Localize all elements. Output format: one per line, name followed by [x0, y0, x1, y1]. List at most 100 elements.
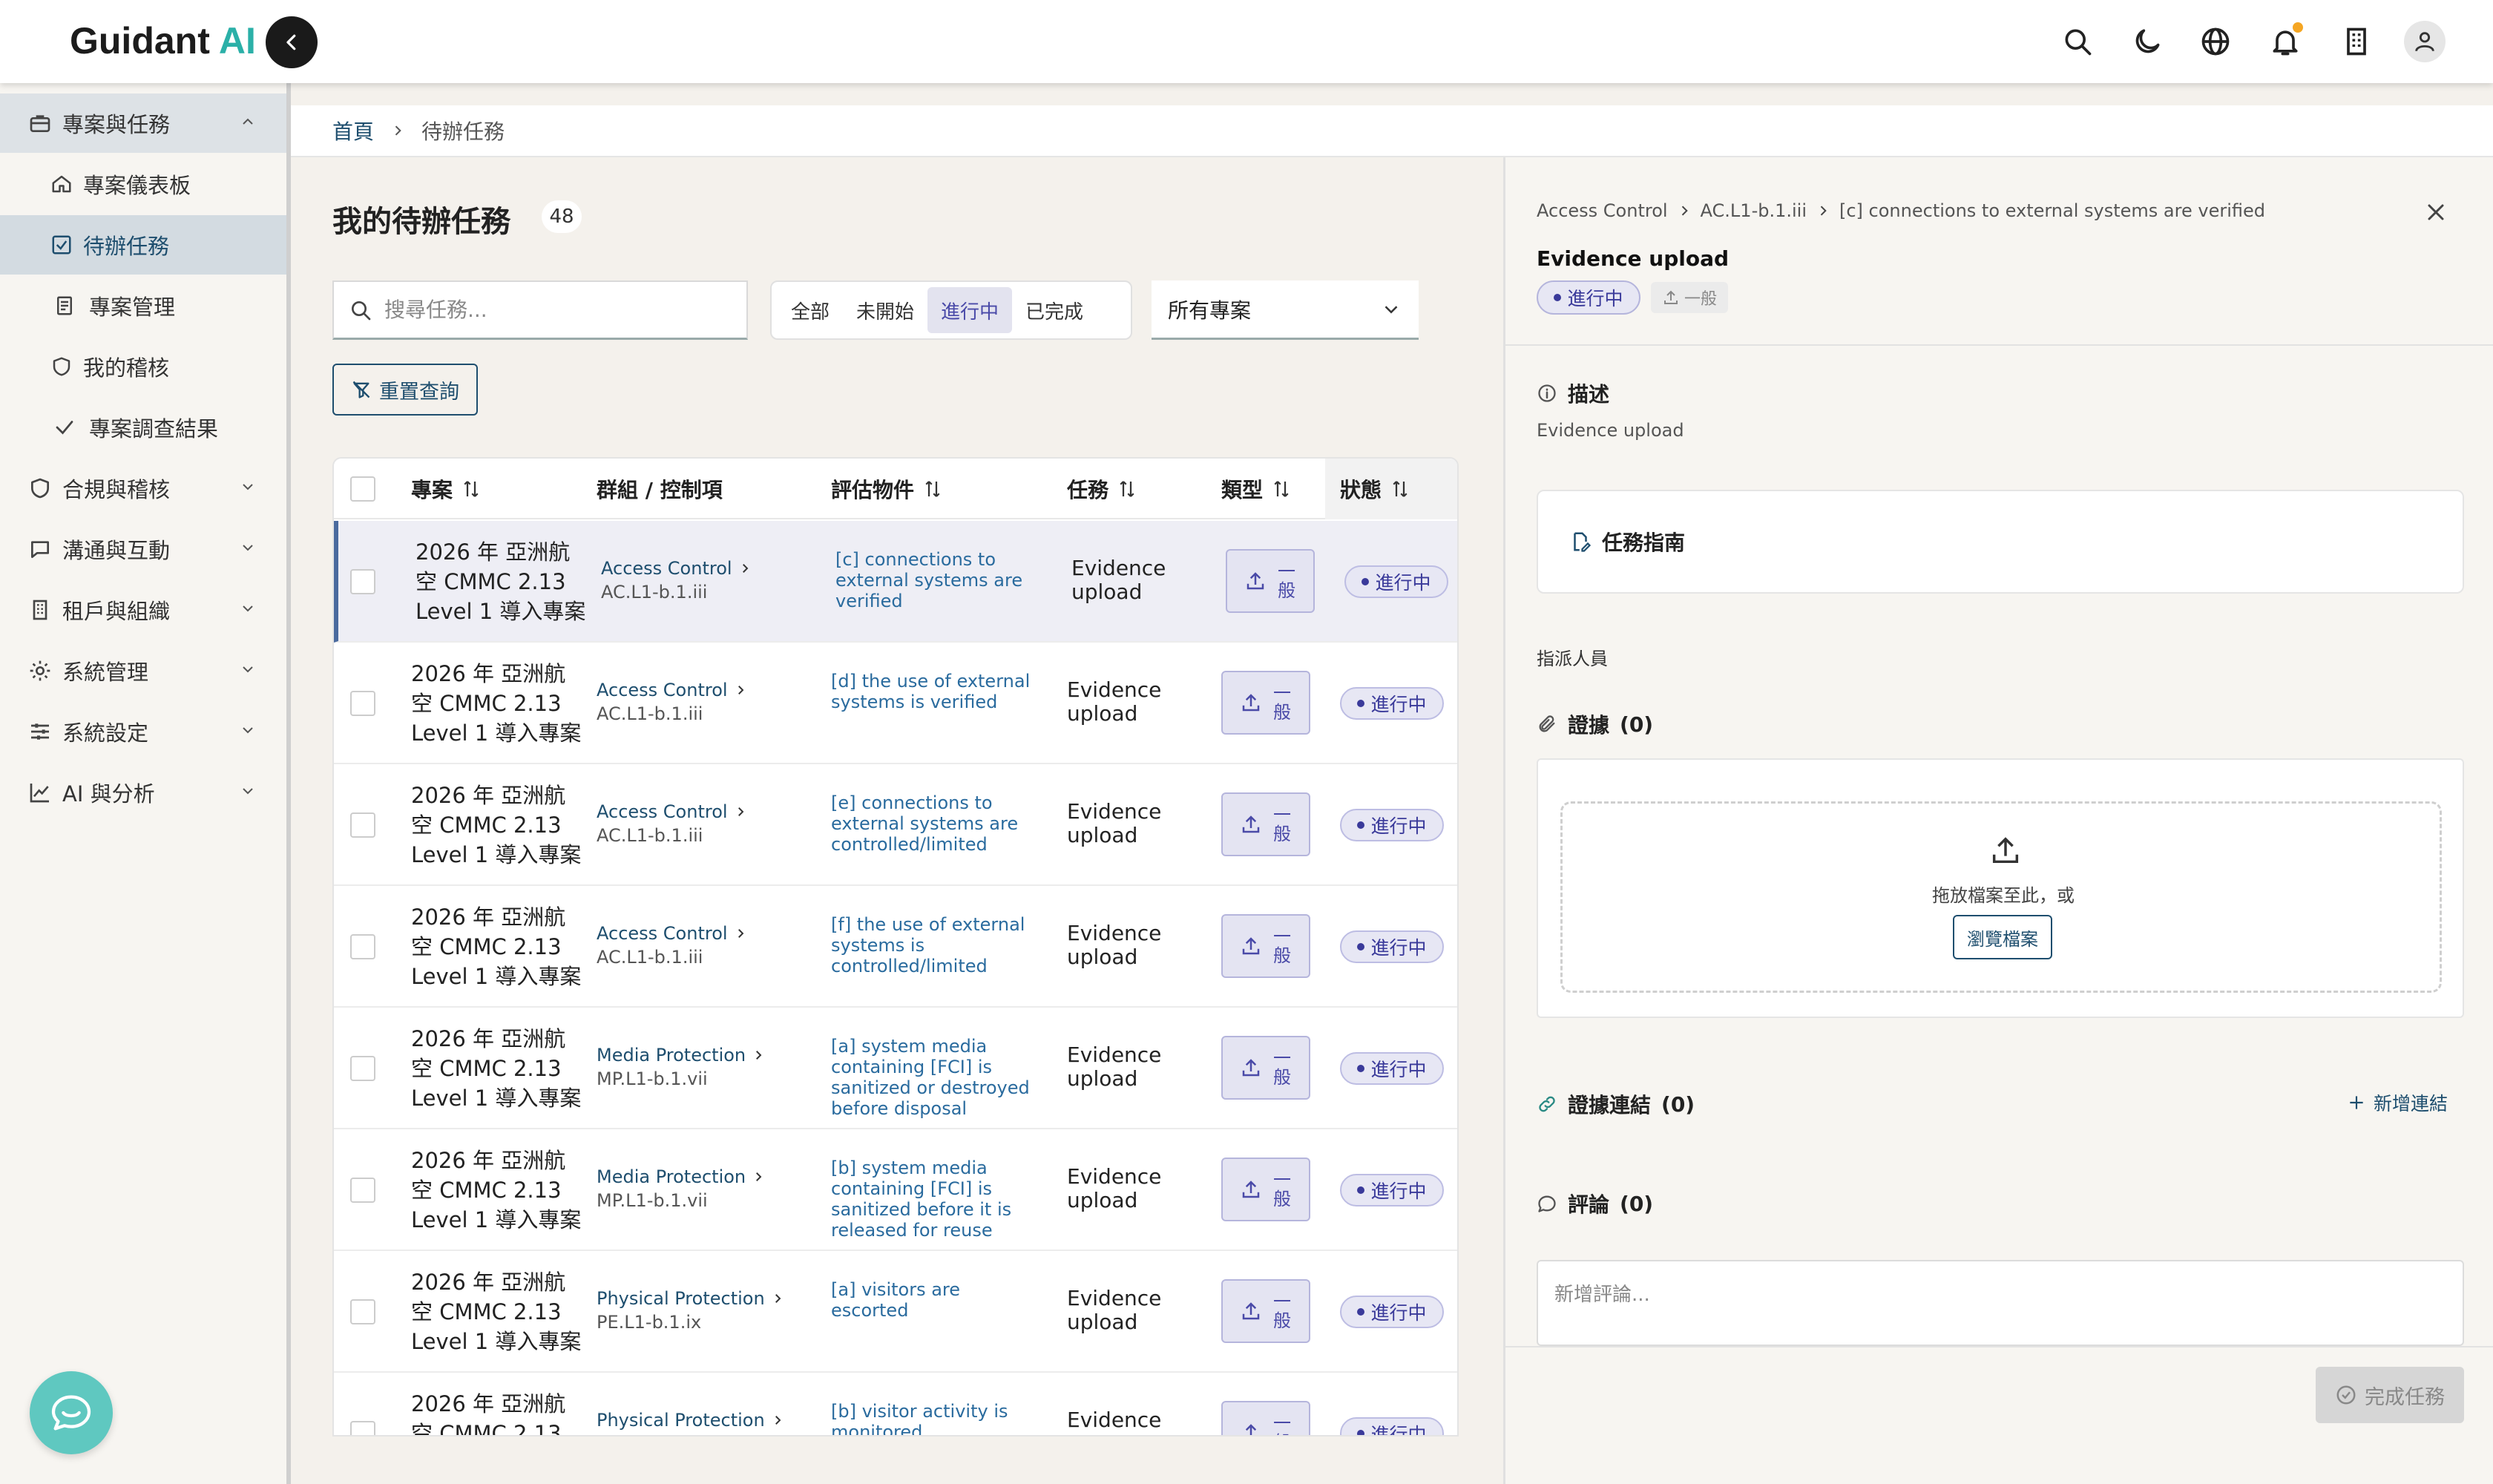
- table-row[interactable]: 2026 年 亞洲航空 CMMC 2.13 Level 1 導入專案 Media …: [334, 1129, 1457, 1251]
- row-type-upload-button[interactable]: 一般: [1226, 549, 1315, 613]
- row-type-upload-button[interactable]: 一般: [1221, 671, 1310, 735]
- table-row[interactable]: 2026 年 亞洲航空 CMMC 2.13 Level 1 導入專案 Physic…: [334, 1251, 1457, 1373]
- chevron-right-icon: [771, 1292, 784, 1305]
- chart-icon: [28, 781, 52, 804]
- row-group-control[interactable]: Access Control AC.L1-b.1.iii: [597, 922, 747, 969]
- row-assessment-object[interactable]: [a] system media containing [FCI] is san…: [831, 1036, 1031, 1119]
- reset-query-label: 重置查詢: [379, 380, 459, 404]
- sidebar-collapse-button[interactable]: [266, 16, 318, 68]
- reset-query-button[interactable]: 重置查詢: [332, 364, 478, 416]
- detail-crumb-control[interactable]: AC.L1-b.1.iii: [1701, 200, 1807, 221]
- app-logo[interactable]: Guidant AI: [70, 19, 256, 62]
- organization-button[interactable]: [2334, 19, 2379, 64]
- row-checkbox[interactable]: [350, 812, 375, 838]
- table-row[interactable]: 2026 年 亞洲航空 CMMC 2.13 Level 1 導入專案 Access…: [334, 643, 1457, 764]
- task-guide-card[interactable]: 任務指南: [1537, 490, 2464, 594]
- row-type-upload-button[interactable]: 一般: [1221, 1279, 1310, 1343]
- sidebar-group-system-admin[interactable]: 系統管理: [0, 641, 286, 700]
- row-type-upload-button[interactable]: 一般: [1221, 1158, 1310, 1221]
- row-group-control[interactable]: Physical ProtectionPE.L1-b.1.ix: [597, 1287, 784, 1334]
- row-checkbox[interactable]: [350, 1056, 375, 1081]
- row-type-upload-button[interactable]: 一般: [1221, 914, 1310, 978]
- detail-crumb-group[interactable]: Access Control: [1537, 200, 1668, 221]
- table-row[interactable]: 2026 年 亞洲航空 CMMC 2.13 Level 1 導入專案 Physic…: [334, 1373, 1457, 1435]
- row-task: Evidence upload: [1067, 922, 1161, 969]
- row-checkbox[interactable]: [350, 569, 375, 594]
- description-section-title: 描述: [1537, 378, 1609, 408]
- filter-not-started[interactable]: 未開始: [843, 287, 927, 333]
- chat-assistant-button[interactable]: [30, 1371, 113, 1454]
- language-button[interactable]: [2193, 19, 2238, 64]
- add-link-label: 新增連結: [2374, 1093, 2448, 1114]
- row-assessment-object[interactable]: [e] connections to external systems are …: [831, 792, 1031, 855]
- row-group-control[interactable]: Access Control AC.L1-b.1.iii: [597, 678, 747, 726]
- sidebar-group-ai-analytics[interactable]: AI 與分析: [0, 763, 286, 822]
- task-count-badge: 48: [542, 200, 582, 233]
- column-header-project[interactable]: 專案: [411, 459, 482, 519]
- table-row[interactable]: 2026 年 亞洲航空 CMMC 2.13 Level 1 導入專案 Access…: [334, 764, 1457, 886]
- search-input[interactable]: [384, 298, 726, 322]
- row-type-upload-button[interactable]: 一般: [1221, 792, 1310, 856]
- sidebar-item-project-management[interactable]: 專案管理: [0, 276, 286, 335]
- sidebar-group-communication[interactable]: 溝通與互動: [0, 519, 286, 579]
- sidebar-group-tenants[interactable]: 租戶與組織: [0, 580, 286, 640]
- table-row[interactable]: 2026 年 亞洲航空 CMMC 2.13 Level 1 導入專案 Access…: [334, 886, 1457, 1008]
- table-row[interactable]: 2026 年 亞洲航空 CMMC 2.13 Level 1 導入專案 Media …: [334, 1008, 1457, 1129]
- sidebar-item-project-dashboard[interactable]: 專案儀表板: [0, 154, 286, 214]
- checkbox-icon: [50, 234, 73, 256]
- row-type-label: 一般: [1273, 926, 1291, 966]
- sidebar-group-system-settings[interactable]: 系統設定: [0, 702, 286, 761]
- column-header-task[interactable]: 任務: [1067, 459, 1138, 519]
- sidebar-item-my-audits[interactable]: 我的稽核: [0, 337, 286, 396]
- row-assessment-object[interactable]: [a] visitors are escorted: [831, 1279, 1031, 1321]
- search-button[interactable]: [2055, 19, 2100, 64]
- row-group-control[interactable]: Media Protection MP.L1-b.1.vii: [597, 1043, 765, 1091]
- breadcrumb-home-link[interactable]: 首頁: [332, 116, 374, 145]
- row-assessment-object[interactable]: [b] system media containing [FCI] is san…: [831, 1158, 1031, 1241]
- row-checkbox[interactable]: [350, 934, 375, 959]
- row-checkbox[interactable]: [350, 1178, 375, 1203]
- row-type-upload-button[interactable]: 一般: [1221, 1036, 1310, 1100]
- close-detail-button[interactable]: [2423, 199, 2449, 226]
- select-all-checkbox[interactable]: [350, 476, 375, 502]
- column-header-type[interactable]: 類型: [1221, 459, 1293, 519]
- row-assessment-object[interactable]: [c] connections to external systems are …: [835, 549, 1036, 611]
- column-header-status[interactable]: 狀態: [1325, 459, 1457, 519]
- row-group-control[interactable]: Access Control AC.L1-b.1.iii: [597, 800, 747, 847]
- row-group-control[interactable]: Media Protection MP.L1-b.1.vii: [597, 1165, 765, 1212]
- filter-in-progress[interactable]: 進行中: [927, 287, 1013, 333]
- row-checkbox[interactable]: [350, 1299, 375, 1324]
- row-assessment-object[interactable]: [b] visitor activity is monitored: [831, 1401, 1031, 1435]
- row-group-control[interactable]: Access Control AC.L1-b.1.iii: [601, 556, 752, 604]
- row-status-label: 進行中: [1370, 1059, 1427, 1080]
- table-row[interactable]: 2026 年 亞洲航空 CMMC 2.13 Level 1 導入專案 Access…: [334, 521, 1457, 643]
- theme-toggle-button[interactable]: [2125, 19, 2170, 64]
- sidebar-item-pending-tasks[interactable]: 待辦任務: [0, 215, 286, 275]
- row-checkbox[interactable]: [350, 1421, 375, 1435]
- user-menu-button[interactable]: [2402, 19, 2447, 64]
- column-header-object[interactable]: 評估物件: [831, 459, 944, 519]
- sidebar-item-project-findings[interactable]: 專案調查結果: [0, 398, 286, 457]
- row-type-upload-button[interactable]: 一般: [1221, 1401, 1310, 1435]
- upload-icon: [1988, 833, 2023, 867]
- project-select[interactable]: 所有專案: [1152, 280, 1419, 340]
- filter-all[interactable]: 全部: [778, 287, 843, 333]
- search-field[interactable]: [332, 280, 748, 340]
- filter-completed[interactable]: 已完成: [1012, 287, 1097, 333]
- sort-icon: [460, 478, 482, 500]
- row-control: AC.L1-b.1.iii: [597, 825, 703, 846]
- file-dropzone[interactable]: 拖放檔案至此，或 瀏覽檔案: [1560, 801, 2442, 993]
- sidebar-group-compliance[interactable]: 合規與稽核: [0, 459, 286, 518]
- notifications-button[interactable]: [2263, 19, 2308, 64]
- comment-input[interactable]: [1538, 1261, 2463, 1345]
- chevron-down-icon: [239, 780, 257, 805]
- chevron-right-icon: [1677, 203, 1692, 218]
- row-checkbox[interactable]: [350, 691, 375, 716]
- row-assessment-object[interactable]: [d] the use of external systems is verif…: [831, 671, 1031, 712]
- browse-files-button[interactable]: 瀏覽檔案: [1953, 915, 2052, 959]
- complete-task-button[interactable]: 完成任務: [2316, 1367, 2464, 1423]
- sidebar-group-projects[interactable]: 專案與任務: [0, 93, 286, 153]
- add-link-button[interactable]: 新增連結: [2347, 1089, 2448, 1116]
- row-assessment-object[interactable]: [f] the use of external systems is contr…: [831, 914, 1031, 976]
- row-group-control[interactable]: Physical ProtectionPE.L1-b.1.ix: [597, 1408, 784, 1435]
